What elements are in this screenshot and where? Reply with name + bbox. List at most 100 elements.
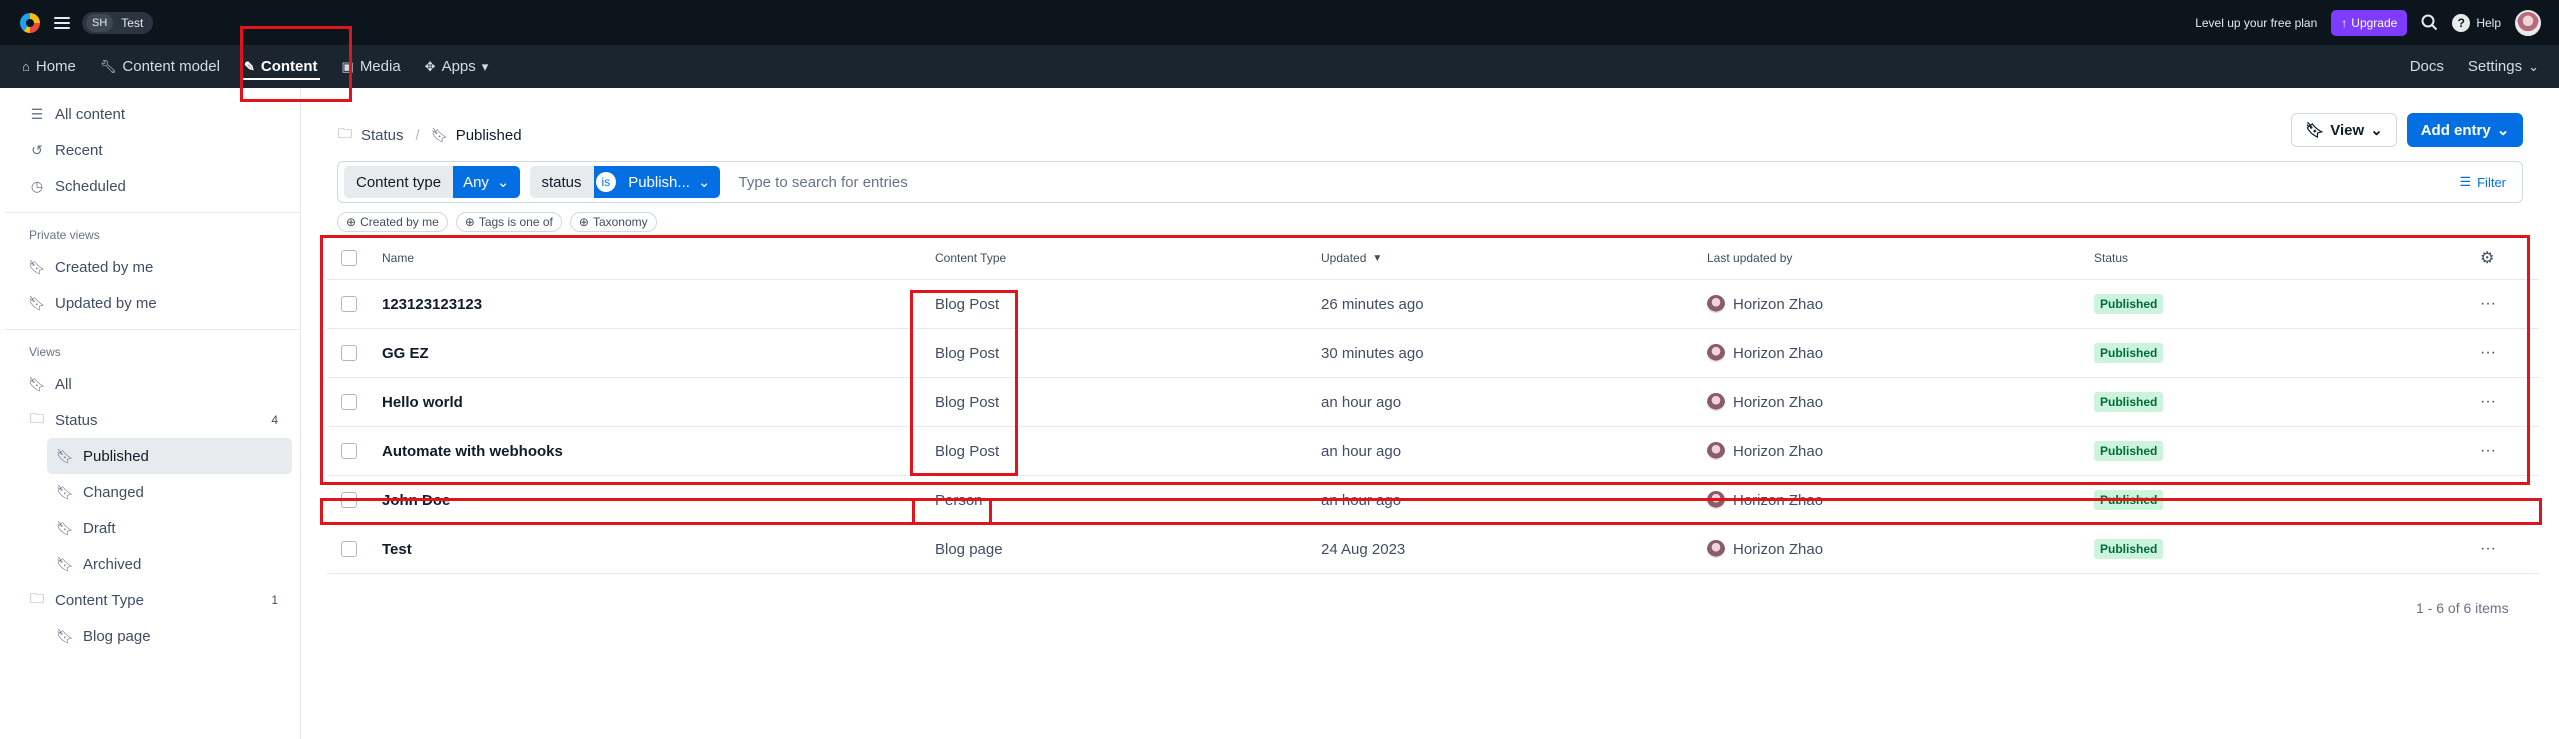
- search-input[interactable]: [730, 167, 2460, 197]
- row-checkbox[interactable]: [341, 296, 357, 312]
- entry-name[interactable]: Test: [382, 525, 412, 573]
- nav-apps[interactable]: ✥ Apps ▾: [413, 45, 501, 88]
- chip-taxonomy[interactable]: ⊕ Taxonomy: [569, 212, 657, 232]
- sidebar-item-label: Draft: [83, 519, 116, 537]
- entry-name[interactable]: Automate with webhooks: [382, 427, 563, 475]
- sidebar-item-updated-by-me[interactable]: 🔖︎ Updated by me: [5, 285, 300, 321]
- entry-updated-by: Horizon Zhao: [1707, 476, 1823, 524]
- entry-updated: an hour ago: [1321, 393, 1402, 411]
- sidebar-item-changed[interactable]: 🔖︎ Changed: [5, 474, 300, 510]
- entry-content-type: Person: [935, 491, 983, 509]
- nav-settings[interactable]: Settings ⌄: [2456, 45, 2551, 88]
- entry-name[interactable]: GG EZ: [382, 329, 429, 377]
- more-actions-icon[interactable]: ···: [2480, 280, 2496, 328]
- table-row[interactable]: Test Blog page 24 Aug 2023 Horizon Zhao Publ…: [327, 525, 2539, 574]
- row-checkbox[interactable]: [341, 541, 357, 557]
- table-row[interactable]: John Doe Person an hour ago Horizon Zhao Pub…: [327, 476, 2539, 525]
- entry-name[interactable]: Hello world: [382, 378, 463, 426]
- add-entry-button[interactable]: Add entry ⌄: [2407, 113, 2523, 147]
- sidebar-item-all-content[interactable]: ☰ All content: [5, 96, 300, 132]
- entry-content-type: Blog page: [935, 540, 1003, 558]
- chip-tags[interactable]: ⊕ Tags is one of: [455, 212, 562, 232]
- more-actions-icon[interactable]: ···: [2480, 525, 2496, 573]
- nav-docs[interactable]: Docs: [2398, 45, 2456, 88]
- entry-content-type: Blog Post: [935, 295, 1000, 313]
- entry-name[interactable]: 123123123123: [382, 280, 482, 328]
- sidebar-item-blog-page[interactable]: 🔖︎ Blog page: [5, 618, 300, 654]
- folder-count: 4: [271, 413, 278, 427]
- view-button-label: View: [2330, 121, 2365, 139]
- nav-home[interactable]: ⌂ Home: [10, 45, 88, 88]
- header-name[interactable]: Name: [382, 237, 414, 279]
- nav-content[interactable]: ✎ Content: [232, 45, 330, 88]
- select-all-checkbox[interactable]: [341, 250, 357, 266]
- breadcrumb-parent[interactable]: Status: [361, 127, 404, 144]
- more-actions-icon[interactable]: ···: [2480, 427, 2496, 475]
- more-actions-icon[interactable]: ···: [2480, 329, 2496, 377]
- sidebar-item-published[interactable]: 🔖︎ Published: [47, 438, 292, 474]
- sidebar-item-scheduled[interactable]: ◷ Scheduled: [5, 168, 300, 204]
- help-menu[interactable]: ? Help: [2452, 13, 2501, 32]
- entry-name[interactable]: John Doe: [382, 476, 450, 524]
- entry-updated: 30 minutes ago: [1321, 344, 1424, 362]
- plus-circle-icon: ⊕: [464, 215, 475, 229]
- table-row[interactable]: GG EZ Blog Post 30 minutes ago Horizon Zhao…: [327, 329, 2539, 378]
- sort-descending-icon: ▼: [1372, 252, 1383, 264]
- row-checkbox[interactable]: [341, 492, 357, 508]
- sidebar-item-label: All: [55, 375, 72, 393]
- more-actions-icon[interactable]: ···: [2480, 476, 2496, 524]
- entry-updated-by: Horizon Zhao: [1707, 427, 1823, 475]
- sidebar-item-archived[interactable]: 🔖︎ Archived: [5, 546, 300, 582]
- contentful-logo[interactable]: [20, 12, 40, 33]
- space-avatar: SH: [86, 13, 114, 32]
- header-updated[interactable]: Updated ▼: [1321, 237, 1382, 279]
- nav-settings-label: Settings: [2467, 58, 2523, 75]
- content-sidebar: ☰ All content ↺ Recent ◷ Scheduled Priva…: [5, 88, 301, 739]
- sidebar-item-label: Created by me: [55, 258, 154, 276]
- nav-media[interactable]: ▣ Media: [330, 45, 413, 88]
- nav-content-model[interactable]: 🔧︎ Content model: [88, 45, 232, 88]
- user-avatar[interactable]: [2515, 9, 2541, 36]
- sidebar-item-label: Blog page: [83, 627, 151, 645]
- sidebar-item-created-by-me[interactable]: 🔖︎ Created by me: [5, 249, 300, 285]
- entry-updated-by: Horizon Zhao: [1707, 378, 1823, 426]
- header-updated-by: Last updated by: [1707, 251, 1793, 265]
- table-row[interactable]: Automate with webhooks Blog Post an hour a…: [327, 427, 2539, 476]
- content-type-filter-value[interactable]: Any ⌄: [453, 166, 520, 198]
- status-operator[interactable]: is: [595, 172, 617, 192]
- row-checkbox[interactable]: [341, 345, 357, 361]
- search-icon[interactable]: [2421, 14, 2438, 31]
- entry-updated: an hour ago: [1321, 442, 1402, 460]
- status-filter[interactable]: status is Publish... ⌄: [529, 166, 721, 198]
- sidebar-item-draft[interactable]: 🔖︎ Draft: [5, 510, 300, 546]
- status-filter-value[interactable]: is Publish... ⌄: [593, 166, 721, 198]
- bookmark-icon: 🔖︎: [430, 126, 449, 143]
- status-badge: Published: [2094, 294, 2164, 314]
- sidebar-folder-content-type[interactable]: 🗀 Content Type 1: [5, 582, 300, 618]
- private-views-heading: Private views: [29, 228, 100, 242]
- sidebar-item-recent[interactable]: ↺ Recent: [5, 132, 300, 168]
- sidebar-folder-status[interactable]: 🗀 Status 4: [5, 402, 300, 438]
- table-row[interactable]: 123123123123 Blog Post 26 minutes ago Horiz…: [327, 280, 2539, 329]
- chip-created-by-me[interactable]: ⊕ Created by me: [337, 212, 448, 232]
- view-button[interactable]: 🔖︎ View ⌄: [2291, 113, 2397, 147]
- sidebar-item-label: Changed: [83, 483, 144, 501]
- filter-button[interactable]: ☰ Filter: [2459, 174, 2516, 190]
- content-type-filter[interactable]: Content type Any ⌄: [344, 166, 520, 198]
- folder-icon: 🗀: [30, 410, 44, 426]
- row-checkbox[interactable]: [341, 394, 357, 410]
- gear-icon[interactable]: ⚙: [2480, 237, 2494, 279]
- table-row[interactable]: Hello world Blog Post an hour ago Horizon Z…: [327, 378, 2539, 427]
- hamburger-icon[interactable]: [54, 16, 70, 29]
- more-actions-icon[interactable]: ···: [2480, 378, 2496, 426]
- bookmark-icon: 🔖︎: [56, 627, 74, 644]
- user-avatar: [1707, 442, 1725, 460]
- upgrade-button[interactable]: ↑ Upgrade: [2331, 9, 2408, 36]
- entry-updated: 24 Aug 2023: [1321, 540, 1406, 558]
- nav-content-model-label: Content model: [122, 58, 220, 75]
- sidebar-item-all[interactable]: 🔖︎ All: [5, 366, 300, 402]
- space-switcher[interactable]: SH Test: [82, 11, 154, 34]
- main-content: 🗀 Status / 🔖︎ Published 🔖︎ View ⌄ Add en…: [302, 88, 2559, 739]
- row-checkbox[interactable]: [341, 443, 357, 459]
- status-badge: Published: [2094, 343, 2164, 363]
